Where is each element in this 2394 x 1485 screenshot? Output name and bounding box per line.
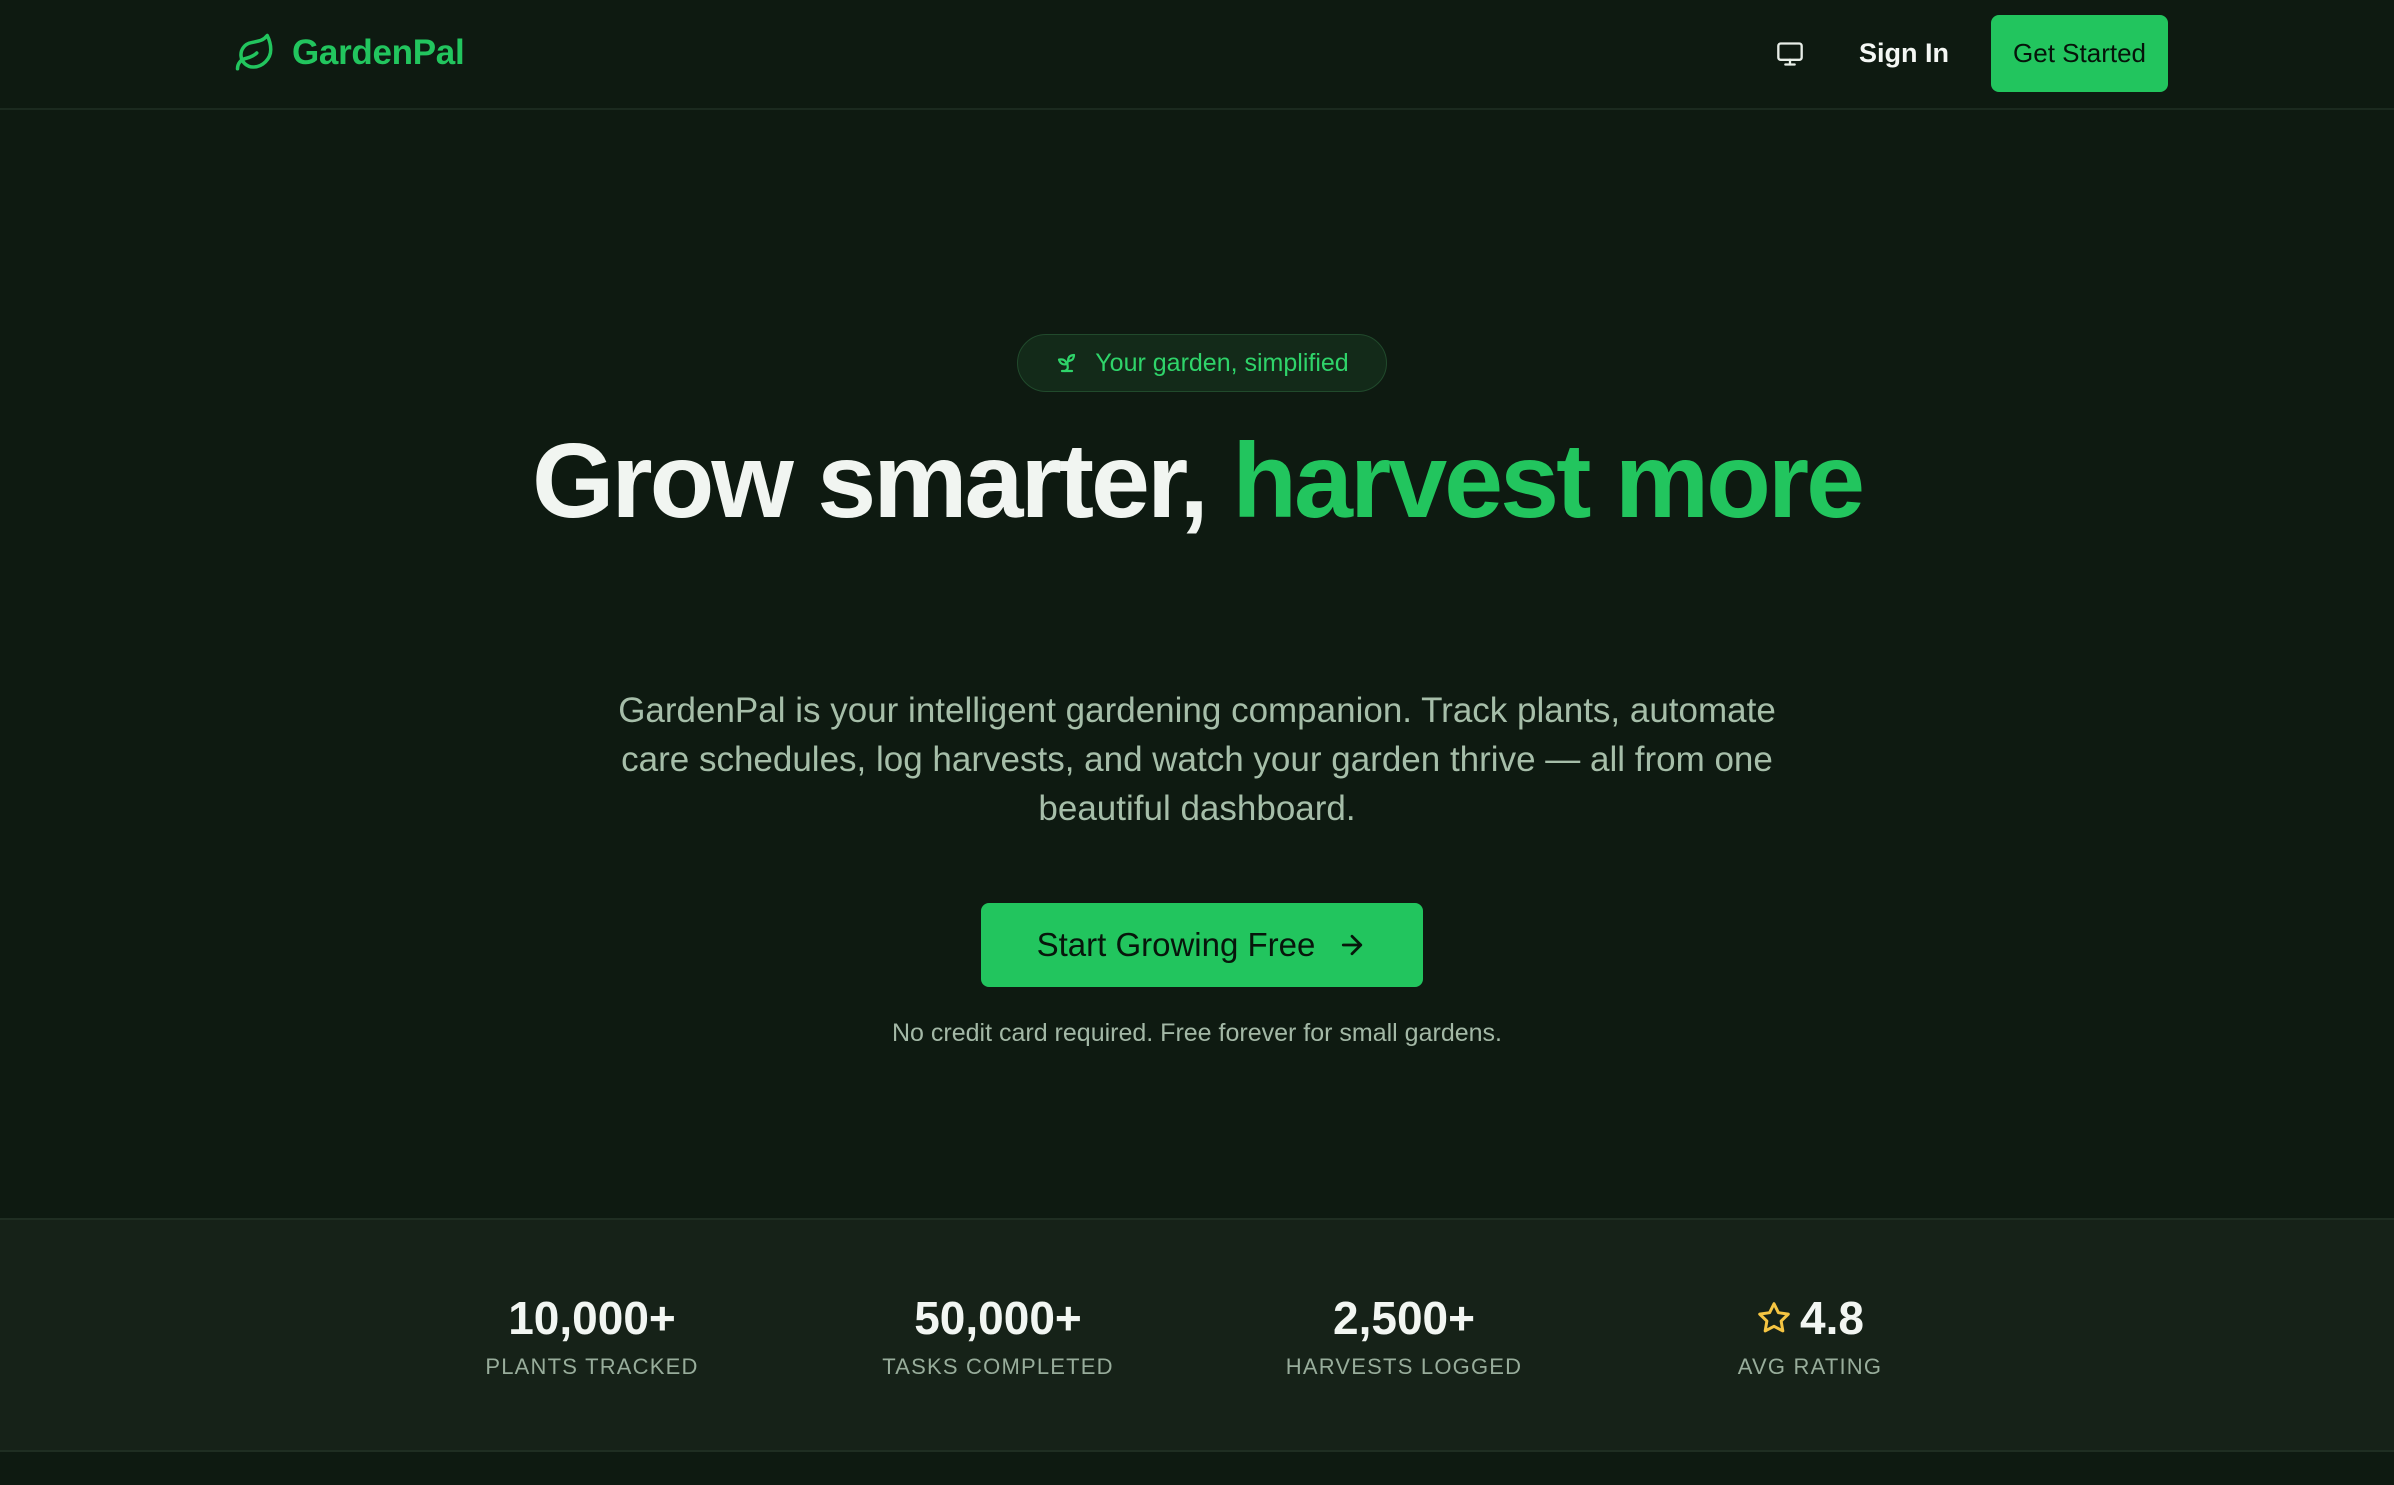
brand-logo[interactable]: GardenPal: [234, 30, 465, 76]
rating-value: 4.8: [1800, 1292, 1864, 1344]
stat-avg-rating: 4.8 AVG RATING: [1610, 1292, 2010, 1380]
sprout-icon: [1058, 353, 1076, 373]
leaf-icon: [235, 33, 273, 71]
landing-page: GardenPal Sign In Get Started Your garde…: [0, 0, 2394, 1485]
stat-value: 50,000+: [914, 1292, 1082, 1344]
signup-note: No credit card required. Free forever fo…: [892, 1019, 1502, 1047]
headline-primary: Grow smarter,: [531, 422, 1209, 540]
hero-headline: Grow smarter, harvest more: [0, 428, 2394, 534]
cta-label: Start Growing Free: [1036, 926, 1316, 963]
hero-description: GardenPal is your intelligent gardening …: [618, 691, 1776, 828]
headline-accent: harvest more: [1232, 422, 1865, 540]
nav-actions: Sign In Get Started: [1765, 15, 2168, 92]
start-growing-button[interactable]: Start Growing Free: [981, 903, 1423, 987]
stat-value: 10,000+: [508, 1292, 676, 1344]
page-footer-edge: [0, 1452, 2394, 1485]
theme-toggle-button[interactable]: [1765, 29, 1815, 79]
stat-plants-tracked: 10,000+ PLANTS TRACKED: [392, 1292, 792, 1380]
stats-band: 10,000+ PLANTS TRACKED 50,000+ TASKS COM…: [0, 1218, 2394, 1452]
stat-label: AVG RATING: [1737, 1354, 1883, 1379]
stat-harvests-logged: 2,500+ HARVESTS LOGGED: [1204, 1292, 1604, 1380]
arrow-right-icon: [1342, 934, 1363, 956]
monitor-icon: [1777, 41, 1803, 66]
star-icon: [1758, 1302, 1790, 1333]
badge-text: Your garden, simplified: [1095, 348, 1349, 377]
sign-in-link[interactable]: Sign In: [1859, 38, 1949, 69]
tagline-badge: Your garden, simplified: [1017, 334, 1387, 392]
top-nav: GardenPal Sign In Get Started: [0, 0, 2394, 110]
stat-label: HARVESTS LOGGED: [1285, 1354, 1523, 1379]
get-started-button[interactable]: Get Started: [1991, 15, 2168, 92]
stat-value: 2,500+: [1333, 1292, 1475, 1344]
brand-name: GardenPal: [292, 33, 465, 72]
stat-label: PLANTS TRACKED: [485, 1354, 699, 1379]
stat-tasks-completed: 50,000+ TASKS COMPLETED: [798, 1292, 1198, 1380]
stat-label: TASKS COMPLETED: [882, 1354, 1114, 1379]
stat-value-rating: 4.8: [1610, 1292, 2010, 1344]
